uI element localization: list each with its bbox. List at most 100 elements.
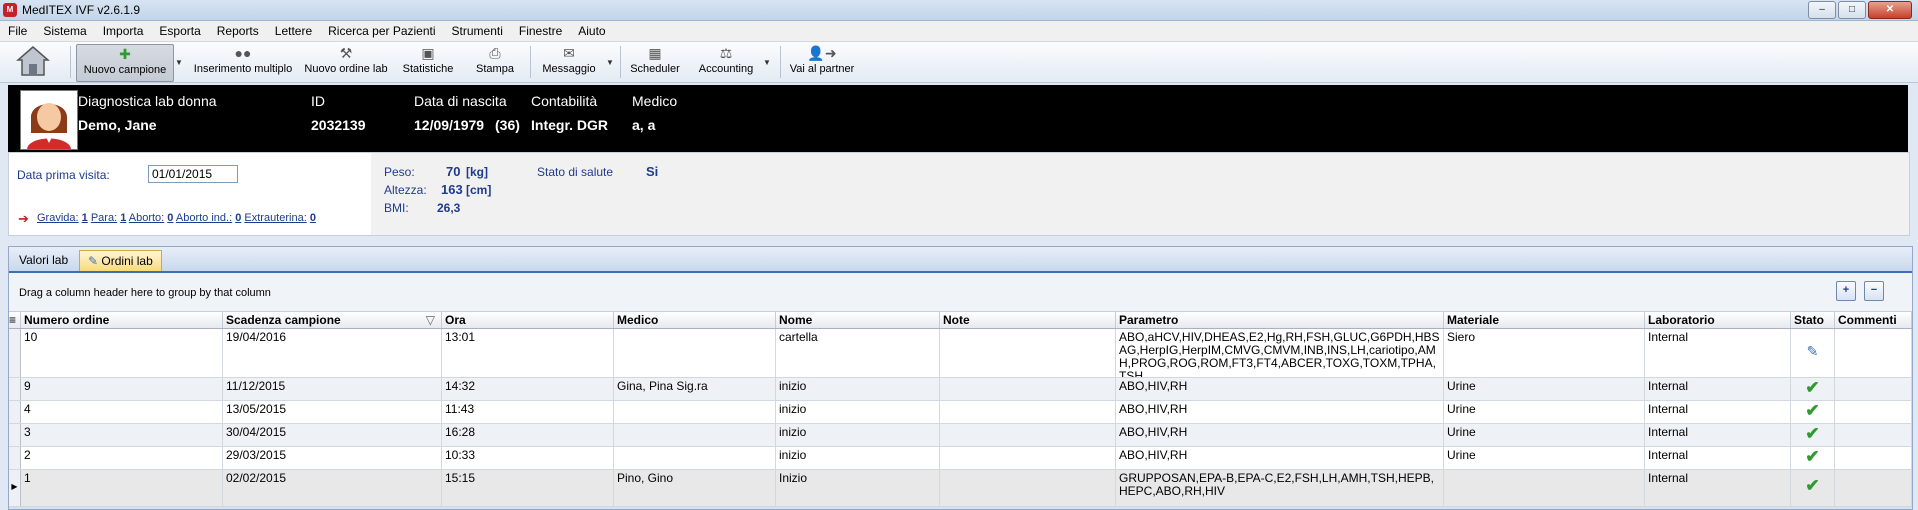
scheduler-button[interactable]: ▦ Scheduler — [628, 44, 682, 80]
salute-value: Si — [646, 164, 659, 179]
gravida-value: 1 — [81, 212, 88, 224]
nuovo-campione-button[interactable]: ✚ Nuovo campione — [76, 44, 174, 82]
menu-ricerca-pazienti[interactable]: Ricerca per Pazienti — [320, 24, 443, 38]
menu-esporta[interactable]: Esporta — [151, 24, 208, 38]
altezza-value: 163 — [441, 182, 463, 197]
menu-finestre[interactable]: Finestre — [511, 24, 570, 38]
tab-valori-lab[interactable]: Valori lab — [11, 250, 76, 270]
accounting-dropdown-icon[interactable]: ▼ — [763, 58, 771, 67]
minimize-button[interactable]: – — [1808, 1, 1836, 19]
row-indicator: ▶ — [9, 470, 21, 506]
table-row[interactable]: 4 13/05/2015 11:43 inizio ABO,HIV,RH Uri… — [9, 401, 1912, 424]
print-icon: ⎙ — [489, 45, 501, 61]
cell-note — [940, 470, 1116, 506]
stampa-label: Stampa — [476, 63, 514, 75]
first-visit-field[interactable]: 01/01/2015 — [148, 165, 238, 183]
nuovo-campione-dropdown-icon[interactable]: ▼ — [175, 58, 183, 67]
tab-ordini-lab[interactable]: ✎ Ordini lab — [79, 250, 162, 271]
table-row[interactable]: 2 29/03/2015 10:33 inizio ABO,HIV,RH Uri… — [9, 447, 1912, 470]
group-hint: Drag a column header here to group by th… — [19, 287, 271, 299]
check-icon: ✔ — [1791, 424, 1835, 446]
bmi-label: BMI: — [384, 201, 409, 215]
menu-aiuto[interactable]: Aiuto — [570, 24, 613, 38]
col-parametro[interactable]: Parametro — [1116, 312, 1444, 328]
cell-medico — [614, 424, 776, 446]
cell-laboratorio: Internal — [1645, 424, 1791, 446]
multiple-add-icon: ●● — [234, 45, 252, 61]
collapse-all-button[interactable]: − — [1864, 281, 1884, 301]
check-icon: ✔ — [1791, 401, 1835, 423]
cell-scadenza: 29/03/2015 — [223, 447, 442, 469]
messaggio-button[interactable]: ✉ Messaggio — [538, 44, 600, 80]
cell-note — [940, 401, 1116, 423]
column-chooser-icon[interactable]: ≡ — [9, 312, 21, 328]
cell-note — [940, 378, 1116, 400]
cell-parametro: ABO,HIV,RH — [1116, 424, 1444, 446]
col-nome[interactable]: Nome — [776, 312, 940, 328]
col-medico[interactable]: Medico — [614, 312, 776, 328]
cell-ora: 16:28 — [442, 424, 614, 446]
group-by-area[interactable]: Drag a column header here to group by th… — [9, 273, 1912, 312]
col-commenti[interactable]: Commenti — [1835, 312, 1912, 328]
peso-value: 70 — [446, 164, 461, 179]
menu-file[interactable]: File — [0, 24, 35, 38]
check-icon: ✔ — [1791, 378, 1835, 400]
table-row[interactable]: 10 19/04/2016 13:01 cartella ABO,aHCV,HI… — [9, 329, 1912, 378]
message-icon: ✉ — [563, 45, 575, 61]
col-ora[interactable]: Ora — [442, 312, 614, 328]
altezza-unit: [cm] — [466, 183, 492, 197]
patient-info-panel: Data prima visita: 01/01/2015 ➔ Gravida:… — [8, 152, 1910, 236]
statistiche-button[interactable]: ▣ Statistiche — [400, 44, 456, 80]
cell-medico — [614, 329, 776, 377]
visit-info: Data prima visita: 01/01/2015 ➔ Gravida:… — [9, 153, 369, 235]
cell-numero: 2 — [21, 447, 223, 469]
expand-all-button[interactable]: + — [1836, 281, 1856, 301]
cell-commenti — [1835, 329, 1912, 377]
col-note[interactable]: Note — [940, 312, 1116, 328]
nuovo-ordine-lab-label: Nuovo ordine lab — [304, 63, 388, 75]
table-row[interactable]: ▶ 1 02/02/2015 15:15 Pino, Gino Inizio G… — [9, 470, 1912, 507]
cell-nome: inizio — [776, 378, 940, 400]
col-scadenza-label: Scadenza campione — [226, 313, 341, 327]
stampa-button[interactable]: ⎙ Stampa — [472, 44, 518, 80]
home-button[interactable] — [15, 45, 54, 79]
stato-edit-icon[interactable]: ✎ — [1791, 329, 1835, 377]
table-row[interactable]: 3 30/04/2015 16:28 inizio ABO,HIV,RH Uri… — [9, 424, 1912, 447]
cell-materiale: Urine — [1444, 447, 1645, 469]
sort-desc-icon: ▽ — [425, 313, 435, 327]
maximize-button[interactable]: □ — [1838, 1, 1866, 19]
vai-al-partner-button[interactable]: 👤➜ Vai al partner — [788, 44, 856, 80]
col-materiale[interactable]: Materiale — [1444, 312, 1645, 328]
cell-nome: inizio — [776, 401, 940, 423]
cell-medico: Gina, Pina Sig.ra — [614, 378, 776, 400]
menu-lettere[interactable]: Lettere — [267, 24, 320, 38]
lab-order-icon: ⚒ — [339, 45, 353, 61]
id-label: ID — [311, 93, 325, 109]
table-row[interactable]: 9 11/12/2015 14:32 Gina, Pina Sig.ra ini… — [9, 378, 1912, 401]
col-scadenza-campione[interactable]: Scadenza campione ▽ — [223, 312, 442, 328]
menu-reports[interactable]: Reports — [209, 24, 267, 38]
menu-sistema[interactable]: Sistema — [35, 24, 94, 38]
toolbar-separator — [620, 46, 621, 78]
nuovo-ordine-lab-button[interactable]: ⚒ Nuovo ordine lab — [301, 44, 391, 80]
red-arrow-icon[interactable]: ➔ — [18, 211, 29, 227]
accounting-button[interactable]: ⚖ Accounting — [696, 44, 756, 80]
close-button[interactable]: ✕ — [1868, 1, 1912, 19]
col-numero-ordine[interactable]: Numero ordine — [21, 312, 223, 328]
inserimento-multiplo-button[interactable]: ●● Inserimento multiplo — [193, 44, 293, 80]
col-stato[interactable]: Stato — [1791, 312, 1835, 328]
cell-commenti — [1835, 447, 1912, 469]
check-icon: ✔ — [1791, 447, 1835, 469]
row-indicator — [9, 447, 21, 469]
obstetric-history-link[interactable]: Gravida: 1 Para: 1 Aborto: 0 Aborto ind.… — [37, 212, 316, 224]
inserimento-multiplo-label: Inserimento multiplo — [193, 63, 293, 75]
col-laboratorio[interactable]: Laboratorio — [1645, 312, 1791, 328]
cell-commenti — [1835, 378, 1912, 400]
grid-header: ≡ Numero ordine Scadenza campione ▽ Ora … — [9, 312, 1912, 329]
cell-numero: 1 — [21, 470, 223, 506]
dob-label: Data di nascita — [414, 93, 507, 109]
cell-materiale: Urine — [1444, 378, 1645, 400]
menu-strumenti[interactable]: Strumenti — [444, 24, 511, 38]
menu-importa[interactable]: Importa — [95, 24, 152, 38]
messaggio-dropdown-icon[interactable]: ▼ — [606, 58, 614, 67]
